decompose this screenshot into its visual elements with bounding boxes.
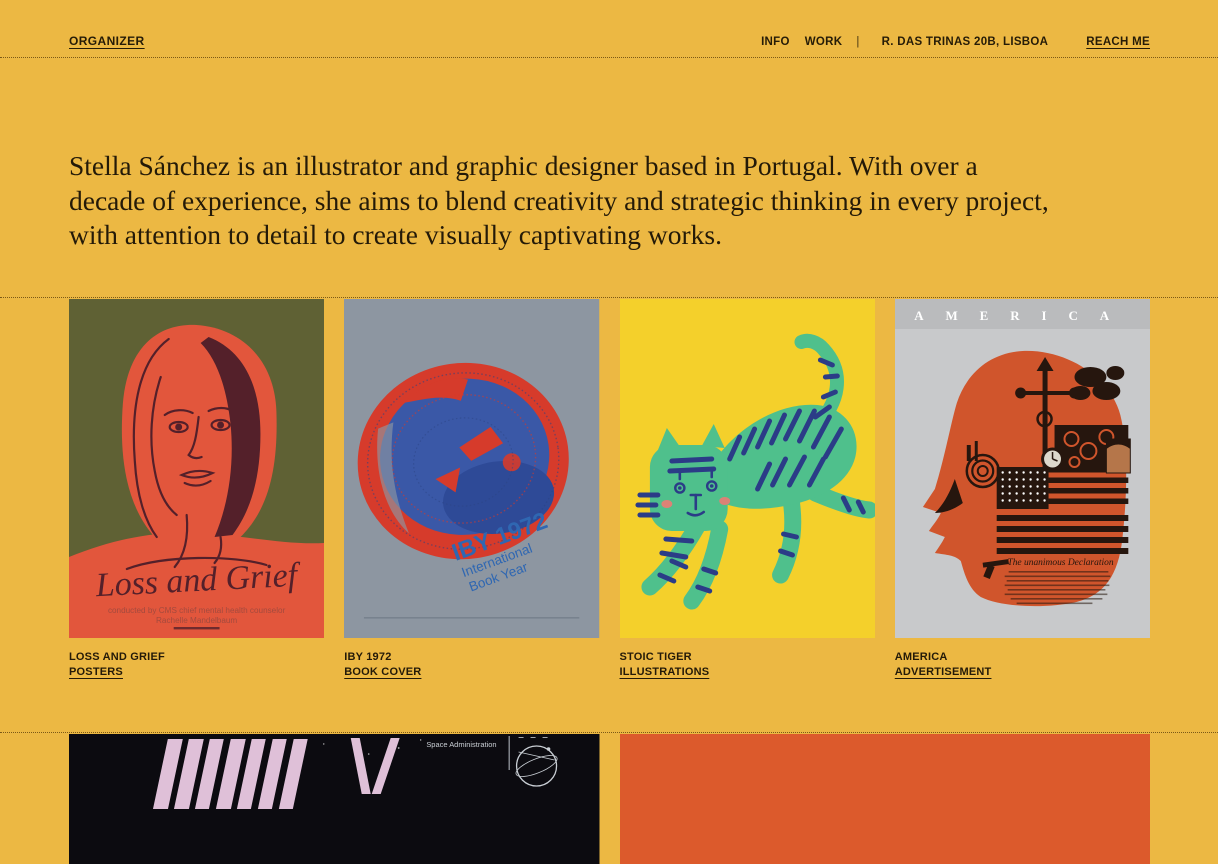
project-thumbnail-america[interactable]: AMERICA bbox=[895, 299, 1150, 638]
project-thumbnail-iby-1972[interactable]: IBY 1972 International Book Year bbox=[344, 299, 599, 638]
brand-organizer-link[interactable]: ORGANIZER bbox=[69, 34, 145, 48]
poster-document-heading: The unanimous Declaration bbox=[1007, 557, 1113, 567]
poster-credit-line: Rachelle Mandelbaum bbox=[156, 615, 237, 624]
project-card-loss-and-grief: Loss and Grief conducted by CMS chief me… bbox=[69, 299, 324, 680]
project-thumbnail-loss-and-grief[interactable]: Loss and Grief conducted by CMS chief me… bbox=[69, 299, 324, 638]
project-caption: AMERICA ADVERTISEMENT bbox=[895, 650, 1150, 680]
site-header: ORGANIZER INFO WORK | R. DAS TRINAS 20B,… bbox=[0, 0, 1218, 58]
nav-address: R. DAS TRINAS 20B, LISBOA bbox=[882, 36, 1049, 48]
project-category-link[interactable]: ADVERTISEMENT bbox=[895, 665, 992, 680]
space-poster-illustration: Space Administration bbox=[69, 734, 600, 864]
stoic-tiger-poster-illustration bbox=[620, 299, 875, 638]
work-grid-row-1: Loss and Grief conducted by CMS chief me… bbox=[0, 298, 1218, 680]
america-poster-illustration: AMERICA bbox=[895, 299, 1150, 638]
project-category-link[interactable]: POSTERS bbox=[69, 665, 123, 680]
orange-poster-illustration bbox=[620, 734, 1151, 864]
intro-line: Stella Sánchez is an illustrator and gra… bbox=[69, 149, 1157, 184]
intro-line: with attention to detail to create visua… bbox=[69, 218, 1157, 253]
nav-reach-me-link[interactable]: REACH ME bbox=[1086, 36, 1150, 48]
intro-statement: Stella Sánchez is an illustrator and gra… bbox=[69, 149, 1157, 253]
nav-item-work[interactable]: WORK bbox=[805, 36, 843, 48]
project-card-iby-1972: IBY 1972 International Book Year IBY 197… bbox=[344, 299, 599, 680]
nav-divider: | bbox=[856, 36, 859, 48]
project-title: AMERICA bbox=[895, 650, 1150, 665]
project-thumbnail-space[interactable]: Space Administration bbox=[69, 734, 600, 864]
project-thumbnail-stoic-tiger[interactable] bbox=[620, 299, 875, 638]
project-title: STOIC TIGER bbox=[620, 650, 875, 665]
project-caption: STOIC TIGER ILLUSTRATIONS bbox=[620, 650, 875, 680]
poster-masthead: AMERICA bbox=[914, 307, 1131, 322]
project-category-link[interactable]: BOOK COVER bbox=[344, 665, 421, 680]
work-grid-row-2: Space Administration bbox=[0, 733, 1218, 864]
project-caption: IBY 1972 BOOK COVER bbox=[344, 650, 599, 680]
intro-line: decade of experience, she aims to blend … bbox=[69, 184, 1157, 219]
project-thumbnail-orange[interactable] bbox=[620, 734, 1151, 864]
project-category-link[interactable]: ILLUSTRATIONS bbox=[620, 665, 710, 680]
nav-item-info[interactable]: INFO bbox=[761, 36, 790, 48]
project-card-america: AMERICA bbox=[895, 299, 1150, 680]
project-title: IBY 1972 bbox=[344, 650, 599, 665]
project-caption: LOSS AND GRIEF POSTERS bbox=[69, 650, 324, 680]
loss-and-grief-poster-illustration: Loss and Grief conducted by CMS chief me… bbox=[69, 299, 324, 638]
main-nav: INFO WORK | R. DAS TRINAS 20B, LISBOA RE… bbox=[746, 36, 1150, 48]
project-card-stoic-tiger: STOIC TIGER ILLUSTRATIONS bbox=[620, 299, 875, 680]
project-title: LOSS AND GRIEF bbox=[69, 650, 324, 665]
space-agency-label: Space Administration bbox=[426, 739, 496, 748]
poster-credit-line: conducted by CMS chief mental health cou… bbox=[108, 605, 286, 614]
iby-1972-poster-illustration: IBY 1972 International Book Year bbox=[344, 299, 599, 638]
